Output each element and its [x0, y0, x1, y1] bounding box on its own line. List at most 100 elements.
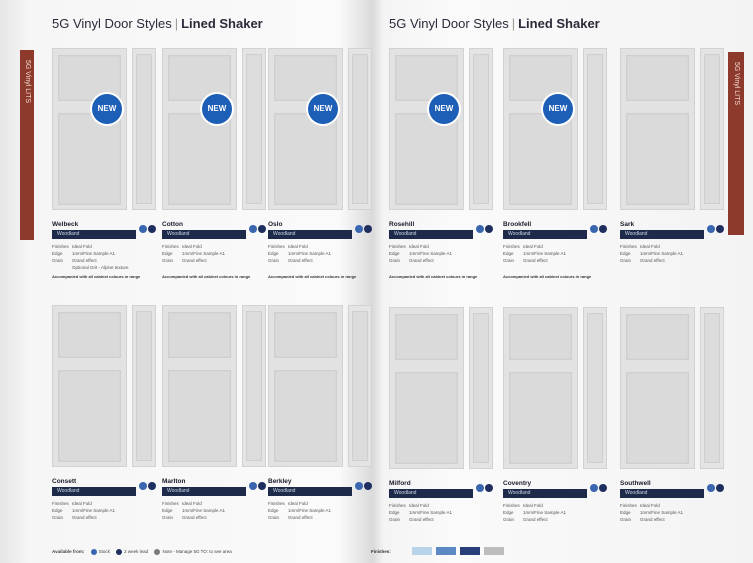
- door-name: Milford: [389, 480, 411, 487]
- spec-value: Grand effect: [409, 258, 434, 263]
- door-card: NEW Oslo Woodland Finishes Ideal Fold Edge 1mm…: [268, 48, 372, 290]
- door-upper-panel: [58, 312, 121, 358]
- door-lower-panel: [168, 113, 231, 205]
- spec-row: Grain Grand effect: [52, 515, 156, 522]
- spec-key: Grain: [620, 258, 632, 263]
- spec-value: Grand effect: [288, 515, 313, 520]
- finish-swatch: [460, 547, 480, 555]
- door-card: Marlton Woodland Finishes Ideal Fold Edge 1mm…: [162, 305, 266, 547]
- spec-row: Edge 1mm/Fine Sample A1: [389, 510, 493, 517]
- stock-dot-icon: [139, 482, 147, 490]
- spec-row: Finishes Ideal Fold: [389, 244, 493, 251]
- door-upper-panel: [168, 312, 231, 358]
- door-name: Southwell: [620, 480, 651, 487]
- spec-row: Finishes Ideal Fold: [268, 501, 372, 508]
- spec-key: Finishes: [503, 503, 520, 508]
- availability-dots: [248, 477, 266, 495]
- door-image: [389, 307, 464, 469]
- finish-bar: Woodland: [268, 230, 352, 239]
- finish-bar: Woodland: [503, 489, 587, 498]
- spec-list: Finishes Ideal Fold Edge 1mm/Fine Sample A1…: [162, 501, 266, 522]
- spec-value: Grand effect: [640, 258, 665, 263]
- stock-dot-icon: [707, 225, 715, 233]
- stock-dot-icon: [590, 225, 598, 233]
- stock-dot-icon: [139, 225, 147, 233]
- spec-key: Edge: [620, 251, 631, 256]
- finish-bar: Woodland: [52, 487, 136, 496]
- stock-dot-icon: [707, 484, 715, 492]
- door-note: Accompanied with all cabinet colours in …: [268, 274, 357, 279]
- finishes-label: Finishes:: [371, 549, 391, 554]
- drawer-panel: [136, 54, 152, 204]
- finish-bar: Woodland: [52, 230, 136, 239]
- title-prefix: 5G Vinyl Door Styles: [389, 16, 509, 31]
- left-footer: Available from: Stock 2 week lead Note -…: [52, 549, 232, 555]
- spec-value: 1mm/Fine Sample A1: [409, 251, 453, 256]
- drawer-panel: [352, 311, 368, 461]
- spec-key: Grain: [162, 258, 174, 263]
- title-divider: |: [511, 16, 516, 31]
- side-tab-label: 5G Vinyl LITS: [733, 62, 740, 106]
- drawer-panel: [704, 313, 720, 463]
- finish-bar: Woodland: [162, 230, 246, 239]
- spec-key: Finishes: [389, 244, 406, 249]
- door-image: [268, 48, 343, 210]
- title-strong: Lined Shaker: [181, 16, 263, 31]
- spec-row: Grain Grand effect: [162, 258, 266, 265]
- spec-key: Grain: [620, 517, 632, 522]
- spec-value: 1mm/Fine Sample A1: [640, 510, 684, 515]
- spec-row: Finishes Ideal Fold: [52, 501, 156, 508]
- spec-list: Finishes Ideal Fold Edge 1mm/Fine Sample A1…: [503, 244, 607, 265]
- spec-key: Finishes: [620, 503, 637, 508]
- door-note: Accompanied with all cabinet colours in …: [52, 274, 141, 279]
- drawer-image: [700, 48, 724, 210]
- door-upper-panel: [509, 314, 572, 360]
- door-lower-panel: [395, 372, 458, 464]
- spec-key: Grain: [389, 258, 401, 263]
- legend-dot-icon: [116, 549, 123, 555]
- spec-value: 1mm/Fine Sample A1: [72, 508, 116, 513]
- new-badge: NEW: [202, 94, 232, 124]
- spec-key: Finishes: [52, 244, 69, 249]
- spec-row: Edge 1mm/Fine Sample A1: [503, 510, 607, 517]
- door-image: [52, 305, 127, 467]
- spec-value: 1mm/Fine Sample A1: [523, 510, 567, 515]
- spec-value: Ideal Fold: [523, 244, 543, 249]
- spec-key: Finishes: [52, 501, 69, 506]
- spec-row: Edge 1mm/Fine Sample A1: [52, 508, 156, 515]
- door-image: [620, 48, 695, 210]
- drawer-image: [348, 48, 372, 210]
- drawer-panel: [587, 313, 603, 463]
- spec-row: Finishes Ideal Fold: [52, 244, 156, 251]
- spec-row: Finishes Ideal Fold: [503, 503, 607, 510]
- lead-dot-icon: [716, 484, 724, 492]
- drawer-image: [348, 305, 372, 467]
- spec-value: Ideal Fold: [182, 244, 202, 249]
- door-image: [503, 307, 578, 469]
- spec-value: 1mm/Fine Sample A1: [640, 251, 684, 256]
- availability-dots: [354, 477, 372, 495]
- title-divider: |: [174, 16, 179, 31]
- door-lower-panel: [626, 372, 689, 464]
- spec-key: Grain: [162, 515, 174, 520]
- left-side-tab: 5G Vinyl LITS: [20, 50, 34, 240]
- finish-swatch: [484, 547, 504, 555]
- availability-dots: [475, 220, 493, 238]
- title-strong: Lined Shaker: [518, 16, 600, 31]
- door-lower-panel: [509, 113, 572, 205]
- spec-key: Edge: [162, 508, 173, 513]
- spec-value: Grand effect: [409, 517, 434, 522]
- stock-dot-icon: [355, 482, 363, 490]
- drawer-panel: [246, 311, 262, 461]
- spec-value: Ideal Fold: [288, 501, 308, 506]
- door-name: Oslo: [268, 221, 283, 228]
- spec-value: Grand effect: [523, 517, 548, 522]
- spec-row: Finishes Ideal Fold: [503, 244, 607, 251]
- door-upper-panel: [274, 312, 337, 358]
- spec-row: Finishes Ideal Fold: [162, 244, 266, 251]
- door-upper-panel: [626, 55, 689, 101]
- spec-value: Grand effect: [288, 258, 313, 263]
- door-card: NEW Welbeck Woodland Finishes Ideal Fold Edge…: [52, 48, 156, 290]
- drawer-image: [469, 307, 493, 469]
- lead-dot-icon: [148, 225, 156, 233]
